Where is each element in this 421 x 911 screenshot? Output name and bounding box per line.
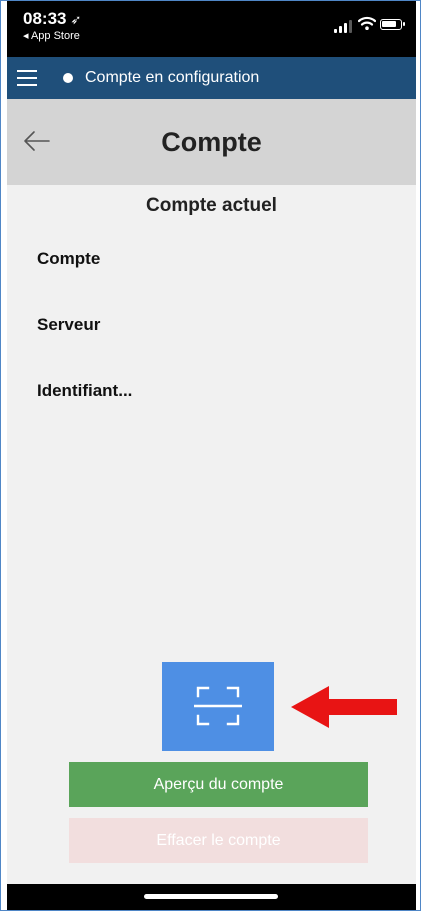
preview-account-button[interactable]: Aperçu du compte xyxy=(69,762,368,807)
back-to-app-store-link[interactable]: ◂ App Store xyxy=(23,29,80,42)
hamburger-icon[interactable] xyxy=(17,70,37,86)
field-label-identifiant: Identifiant... xyxy=(37,381,133,400)
status-bar: 08:33 ➶ ◂ App Store xyxy=(7,1,416,57)
status-dot-icon xyxy=(63,73,73,83)
page-header: Compte xyxy=(7,99,416,185)
bottom-bar xyxy=(7,884,416,910)
field-label-compte: Compte xyxy=(37,249,101,268)
red-arrow-icon xyxy=(291,686,397,728)
home-indicator[interactable] xyxy=(144,894,278,899)
qr-scan-icon xyxy=(194,686,242,726)
time-text: 08:33 xyxy=(23,9,67,28)
wifi-icon xyxy=(358,16,376,30)
delete-account-button[interactable]: Effacer le compte xyxy=(69,818,368,863)
field-label-serveur: Serveur xyxy=(37,315,101,334)
scan-qr-button[interactable] xyxy=(162,662,274,751)
battery-icon xyxy=(380,19,405,30)
app-bar-title: Compte en configuration xyxy=(85,69,260,86)
app-bar: Compte en configuration xyxy=(7,57,416,99)
section-title: Compte actuel xyxy=(146,195,277,216)
screenshot-frame: 08:33 ➶ ◂ App Store Compte en configurati… xyxy=(0,0,421,911)
phone-screen: 08:33 ➶ ◂ App Store Compte en configurati… xyxy=(7,1,416,910)
page-title: Compte xyxy=(161,127,262,157)
cellular-signal-icon xyxy=(334,19,352,33)
status-time: 08:33 ➶ xyxy=(23,9,81,29)
location-icon: ➶ xyxy=(70,12,82,27)
